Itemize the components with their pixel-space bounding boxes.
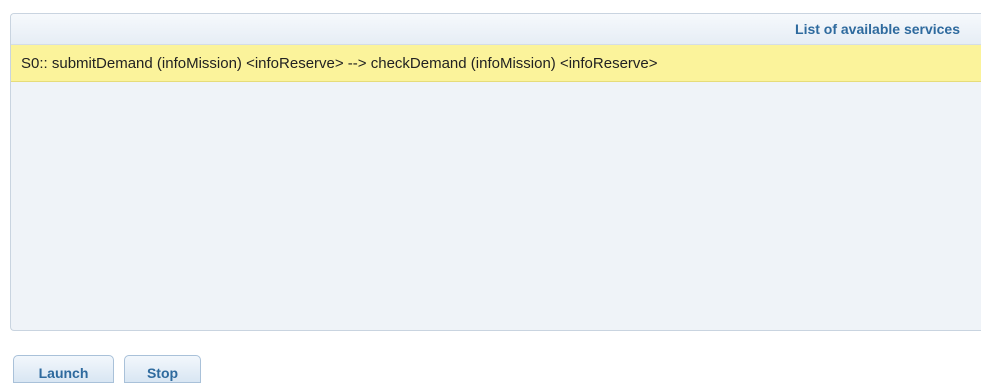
service-list-item[interactable]: S0:: submitDemand (infoMission) <infoRes… bbox=[11, 45, 981, 82]
service-label: S0:: submitDemand (infoMission) <infoRes… bbox=[21, 54, 658, 72]
panel-title: List of available services bbox=[795, 21, 960, 37]
launch-button[interactable]: Launch bbox=[13, 355, 114, 383]
panel-header: List of available services bbox=[11, 14, 981, 45]
stop-button[interactable]: Stop bbox=[124, 355, 201, 383]
services-panel: List of available services S0:: submitDe… bbox=[10, 13, 981, 331]
